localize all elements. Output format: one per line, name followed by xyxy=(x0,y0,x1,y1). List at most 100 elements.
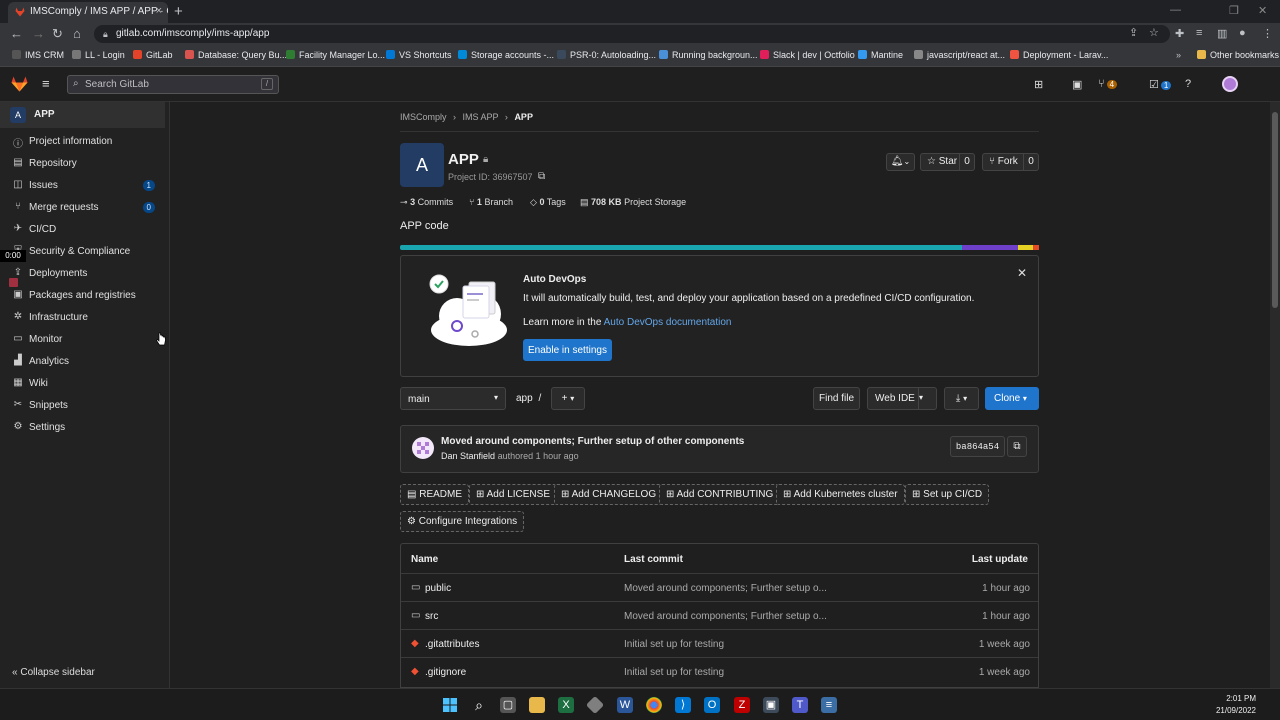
bookmark-item[interactable]: Mantine xyxy=(858,50,903,60)
sidebar-item-infrastructure[interactable]: ✲ Infrastructure xyxy=(0,307,165,329)
fork-button[interactable]: ⑂ Fork 0 xyxy=(982,153,1039,171)
create-new-icon[interactable]: ⊞ xyxy=(1034,78,1043,91)
bookmark-item[interactable]: LL - Login xyxy=(72,50,125,60)
language-segment[interactable] xyxy=(1017,245,1033,250)
close-window-icon[interactable]: ✕ xyxy=(1258,4,1267,17)
bookmark-item[interactable]: javascript/react at... xyxy=(914,50,1005,60)
outlook-icon[interactable]: O xyxy=(704,697,720,713)
setup-ci-cd-button[interactable]: ⊞ Set up CI/CD xyxy=(905,484,990,505)
hamburger-menu-icon[interactable]: ≡ xyxy=(42,76,50,91)
add-license-button[interactable]: ⊞ Add LICENSE xyxy=(469,484,557,505)
copy-id-icon[interactable]: ⧉ xyxy=(538,171,545,182)
storage-stat[interactable]: ▤ 708 KB Project Storage xyxy=(580,197,686,208)
filezilla-icon[interactable]: Z xyxy=(734,697,750,713)
commit-author[interactable]: Dan Stanfield xyxy=(441,451,495,461)
side-panel-icon[interactable]: ▥ xyxy=(1217,27,1227,40)
todos-header-icon[interactable]: ☑ 1 xyxy=(1149,78,1172,91)
add-changelog-button[interactable]: ⊞ Add CHANGELOG xyxy=(554,484,664,505)
sidebar-item-deployments[interactable]: ⇪ Deployments xyxy=(0,263,165,285)
language-segment[interactable] xyxy=(1032,245,1039,250)
sidebar-item-analytics[interactable]: ▟ Analytics xyxy=(0,351,165,373)
sidebar-item-issues[interactable]: ◫ Issues 1 xyxy=(0,175,165,197)
language-segment[interactable] xyxy=(400,245,963,250)
bookmark-item[interactable]: VS Shortcuts xyxy=(386,50,452,60)
configure-integrations-button[interactable]: ⚙ Configure Integrations xyxy=(400,511,525,532)
extensions-icon[interactable]: ✚ xyxy=(1175,27,1184,40)
table-row[interactable]: ◆ .gitignore Initial set up for testing … xyxy=(401,657,1038,685)
sidebar-item-monitor[interactable]: ▭ Monitor xyxy=(0,329,165,351)
browser-tab[interactable]: IMSComply / IMS APP / APP · Git × xyxy=(8,2,168,23)
file-last-commit[interactable]: Moved around components; Further setup o… xyxy=(624,583,827,594)
add-contributing-button[interactable]: ⊞ Add CONTRIBUTING xyxy=(659,484,781,505)
clone-button[interactable]: Clone ▾ xyxy=(985,387,1039,410)
page-scrollbar[interactable] xyxy=(1270,102,1280,688)
close-icon[interactable]: ✕ xyxy=(1017,266,1027,280)
chevron-down-icon[interactable]: ▾ xyxy=(918,388,936,409)
remote-desktop-icon[interactable]: ▣ xyxy=(763,697,779,713)
author-avatar[interactable] xyxy=(412,437,434,459)
issues-header-icon[interactable]: ▣ xyxy=(1072,78,1082,91)
file-explorer-icon[interactable] xyxy=(529,697,545,713)
auto-devops-docs-link[interactable]: Auto DevOps documentation xyxy=(604,317,732,328)
download-button[interactable]: ⤓ ▾ xyxy=(944,387,979,410)
file-name[interactable]: .gitignore xyxy=(425,667,466,678)
branch-selector[interactable]: main ▾ xyxy=(400,387,506,410)
browser-menu-icon[interactable]: ⋮ xyxy=(1262,27,1273,40)
bookmark-item[interactable]: PSR-0: Autoloading... xyxy=(557,50,656,60)
scrollbar-thumb[interactable] xyxy=(1272,112,1278,308)
excel-icon[interactable]: X xyxy=(558,697,574,713)
bookmark-item[interactable]: Deployment - Larav... xyxy=(1010,50,1108,60)
media-icon[interactable]: ≡ xyxy=(1196,27,1202,39)
sidebar-item-repository[interactable]: ▤ Repository xyxy=(0,153,165,175)
file-name[interactable]: src xyxy=(425,611,438,622)
breadcrumb-item[interactable]: IMSComply xyxy=(400,112,447,122)
more-bookmarks-icon[interactable]: » xyxy=(1176,50,1181,60)
share-icon[interactable]: ⇪ xyxy=(1129,26,1138,39)
teams-icon[interactable]: T xyxy=(792,697,808,713)
merge-requests-header-icon[interactable]: ⑂ 4 xyxy=(1098,78,1118,90)
breadcrumb-item[interactable]: IMS APP xyxy=(463,112,499,122)
search-input[interactable]: ⌕ Search GitLab / xyxy=(67,75,279,94)
web-ide-button[interactable]: Web IDE ▾ xyxy=(867,387,937,410)
bookmark-item[interactable]: Slack | dev | Octfolio xyxy=(760,50,855,60)
forward-icon[interactable]: → xyxy=(32,26,45,41)
file-last-commit[interactable]: Moved around components; Further setup o… xyxy=(624,611,827,622)
table-row[interactable]: ▭ public Moved around components; Furthe… xyxy=(401,573,1038,601)
maximize-window-icon[interactable]: ❐ xyxy=(1229,4,1239,17)
task-view-icon[interactable]: ▢ xyxy=(500,697,516,713)
git-client-icon[interactable] xyxy=(585,695,605,715)
language-segment[interactable] xyxy=(962,245,1018,250)
notepad-icon[interactable]: ≡ xyxy=(821,697,837,713)
add-kubernetes-cluster-button[interactable]: ⊞ Add Kubernetes cluster xyxy=(776,484,905,505)
word-icon[interactable]: W xyxy=(617,697,633,713)
commit-sha[interactable]: ba864a54 xyxy=(950,436,1005,457)
bookmark-item[interactable]: Storage accounts -... xyxy=(458,50,554,60)
file-last-commit[interactable]: Initial set up for testing xyxy=(624,639,724,650)
tags-stat[interactable]: ◇ 0 Tags xyxy=(530,197,566,208)
close-tab-icon[interactable]: × xyxy=(156,5,162,17)
branch-stat[interactable]: ⑂ 1 Branch xyxy=(469,197,513,207)
bookmark-item[interactable]: IMS CRM xyxy=(12,50,64,60)
chrome-icon[interactable] xyxy=(646,697,662,713)
home-icon[interactable]: ⌂ xyxy=(73,26,81,41)
sidebar-item-snippets[interactable]: ✂ Snippets xyxy=(0,395,165,417)
notifications-button[interactable]: 🔔︎⌄ xyxy=(886,153,915,171)
sidebar-item-settings[interactable]: ⚙ Settings xyxy=(0,417,165,439)
bookmark-item[interactable]: Running backgroun... xyxy=(659,50,758,60)
sidebar-project-header[interactable]: A APP xyxy=(0,102,165,128)
user-avatar[interactable] xyxy=(1222,76,1238,92)
file-name[interactable]: .gitattributes xyxy=(425,639,479,650)
bookmark-star-icon[interactable]: ☆ xyxy=(1149,26,1159,39)
breadcrumb-current[interactable]: APP xyxy=(514,112,533,122)
gitlab-logo-icon[interactable] xyxy=(11,76,28,92)
sidebar-item-packages-registries[interactable]: ▣ Packages and registries xyxy=(0,285,165,307)
system-clock[interactable]: 2:01 PM 21/09/2022 xyxy=(1216,693,1256,717)
bookmark-item[interactable]: Facility Manager Lo... xyxy=(286,50,385,60)
bookmark-item[interactable]: Database: Query Bu... xyxy=(185,50,287,60)
find-file-button[interactable]: Find file xyxy=(813,387,860,410)
table-row[interactable]: ▭ src Moved around components; Further s… xyxy=(401,601,1038,629)
sidebar-item-merge-requests[interactable]: ⑂ Merge requests 0 xyxy=(0,197,165,219)
vscode-icon[interactable]: ⟩ xyxy=(675,697,691,713)
address-bar[interactable]: 🔒︎ gitlab.com/imscomply/ims-app/app ⇪ ☆ xyxy=(94,25,1170,43)
path-breadcrumb[interactable]: app / xyxy=(516,393,541,404)
